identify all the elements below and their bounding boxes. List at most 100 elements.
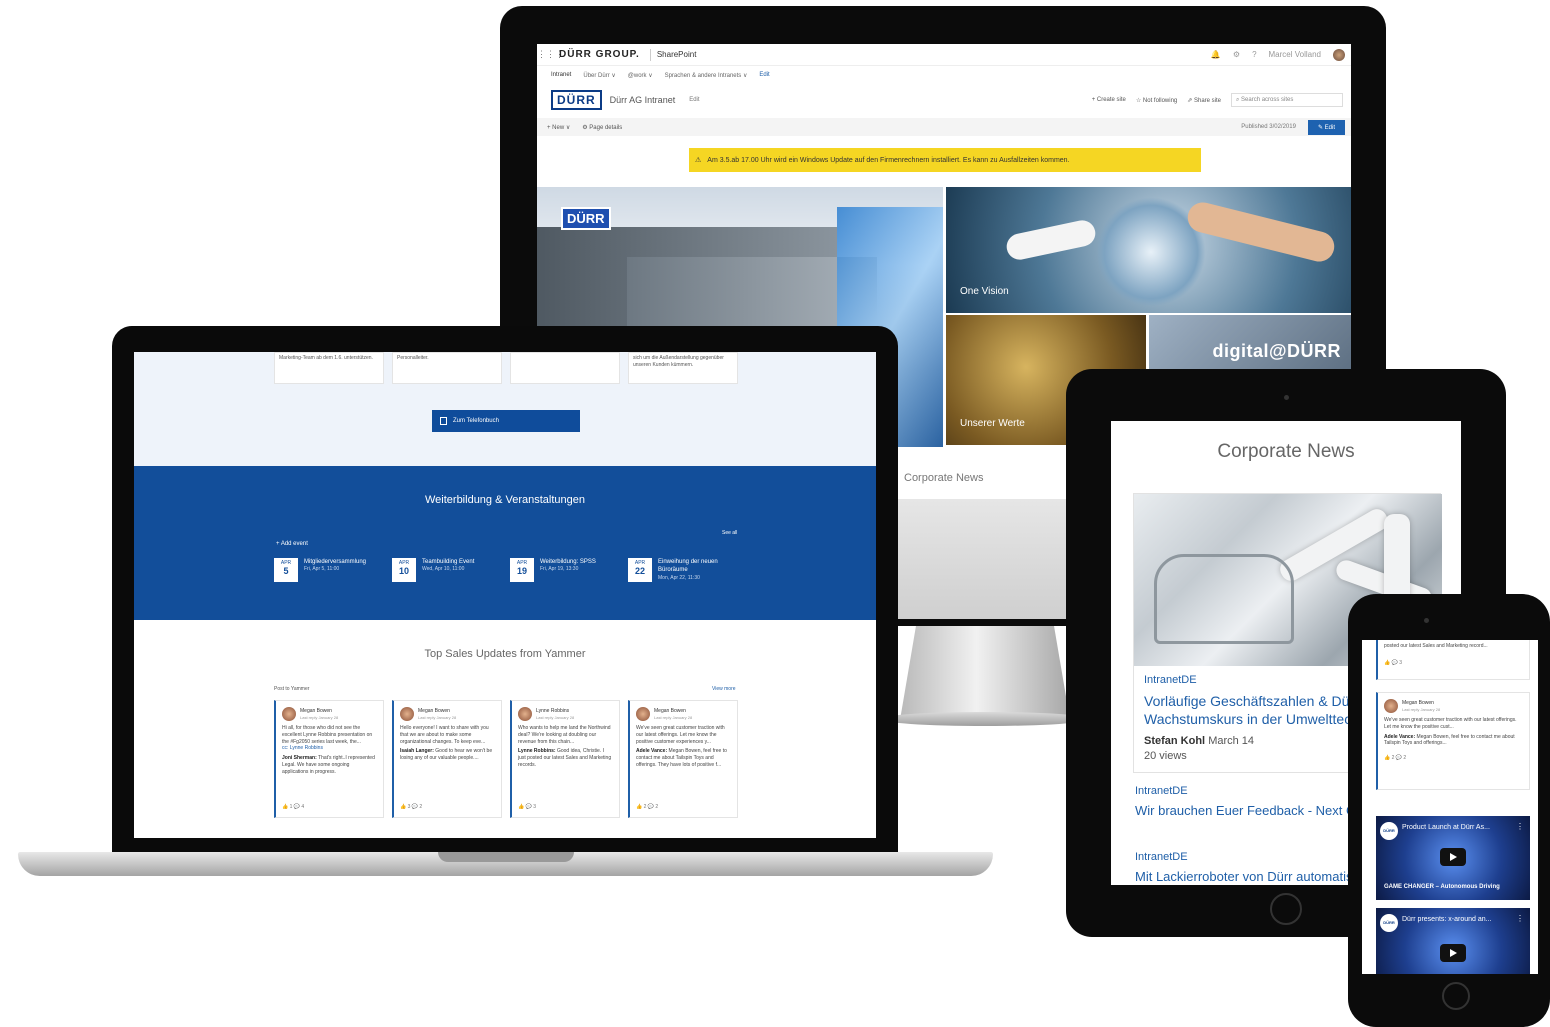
event-name: Weiterbildung: SPSS bbox=[540, 559, 596, 565]
events-section: Weiterbildung & Veranstaltungen See all … bbox=[134, 466, 876, 620]
author-name: Lynne Robbins bbox=[536, 707, 570, 714]
hubnav-item-intranet[interactable]: Intranet bbox=[551, 72, 571, 78]
hubnav-item-work[interactable]: @work ∨ bbox=[628, 72, 653, 79]
phonebook-button[interactable]: Zum Telefonbuch bbox=[432, 410, 580, 432]
waffle-icon[interactable]: ⋮⋮⋮ bbox=[537, 49, 564, 60]
event-date: APR 19 bbox=[510, 558, 534, 582]
avatar bbox=[636, 707, 650, 721]
more-icon[interactable]: ⋮ bbox=[1516, 822, 1524, 831]
news-site-label[interactable]: IntranetDE bbox=[1144, 674, 1197, 686]
yammer-card[interactable]: posted our latest Sales and Marketing re… bbox=[1376, 640, 1530, 680]
reply-time: Last reply January 28 bbox=[1402, 706, 1441, 712]
news-list-item[interactable]: IntranetDE Mit Lackierroboter von Dürr a… bbox=[1135, 849, 1371, 885]
site-title[interactable]: Dürr AG Intranet bbox=[610, 95, 676, 105]
post-reactions[interactable]: 👍 2 💬 2 bbox=[1384, 755, 1523, 762]
event-name: Einweihung der neuen Büroräume bbox=[658, 559, 718, 574]
suite-brand[interactable]: DÜRR GROUP. bbox=[559, 49, 640, 60]
post-reactions[interactable]: 👍 2 💬 2 bbox=[636, 804, 658, 811]
post-reactions[interactable]: 👍 1 💬 4 bbox=[282, 804, 304, 811]
tablet-home-button[interactable] bbox=[1270, 893, 1302, 925]
news-meta: Stefan Kohl March 14 20 views bbox=[1144, 734, 1254, 765]
gear-icon[interactable]: ⚙ bbox=[1233, 50, 1240, 59]
yammer-card[interactable]: Megan Bowen Last reply January 28 Hello e… bbox=[392, 700, 502, 818]
events-title: Weiterbildung & Veranstaltungen bbox=[424, 494, 585, 506]
tile-caption-digital: digital@DÜRR bbox=[1212, 341, 1341, 361]
post-reactions[interactable]: 👍 💬 3 bbox=[518, 804, 536, 811]
divider bbox=[649, 48, 651, 61]
play-icon[interactable] bbox=[1440, 848, 1466, 866]
command-bar: + New ∨ ⚙ Page details Published 3/02/20… bbox=[537, 118, 1351, 136]
more-icon[interactable]: ⋮ bbox=[1516, 914, 1524, 923]
edit-button[interactable]: ✎ Edit bbox=[1307, 119, 1345, 135]
page-details-button[interactable]: ⚙ Page details bbox=[582, 124, 622, 131]
video-tile[interactable]: DÜRR Product Launch at Dürr As... ⋮ GAME… bbox=[1376, 816, 1530, 900]
yammer-card[interactable]: Megan Bowen Last reply January 28 We've s… bbox=[1376, 692, 1530, 790]
post-body: posted our latest Sales and Marketing re… bbox=[1384, 643, 1488, 649]
alert-text: Am 3.5.ab 17.00 Uhr wird ein Windows Upd… bbox=[707, 156, 1070, 164]
hubnav-edit-link[interactable]: Edit bbox=[759, 72, 769, 78]
yammer-card[interactable]: Megan Bowen Last reply January 28 We've s… bbox=[628, 700, 738, 818]
news-site-label: IntranetDE bbox=[1135, 851, 1188, 863]
video-tile[interactable]: DÜRR Dürr presents: x-around an... ⋮ bbox=[1376, 908, 1530, 974]
site-logo[interactable]: DÜRR bbox=[551, 90, 602, 110]
avatar bbox=[282, 707, 296, 721]
create-site-button[interactable]: + Create site bbox=[1092, 97, 1126, 103]
reply-author: Joni Sherman: bbox=[282, 755, 317, 761]
hubnav-item-sprachen[interactable]: Sprachen & andere Intranets ∨ bbox=[665, 72, 748, 79]
person-card[interactable] bbox=[510, 352, 620, 384]
phone-home-button[interactable] bbox=[1442, 982, 1470, 1010]
event-time: Wed, Apr 10, 11:00 bbox=[422, 566, 465, 573]
event-time: Fri, Apr 5, 11:00 bbox=[304, 566, 340, 573]
follow-button[interactable]: ☆ Not following bbox=[1136, 97, 1177, 104]
event-item[interactable]: APR 10 Teambuilding Event Wed, Apr 10, 11:… bbox=[392, 558, 494, 582]
reply-author: Isaiah Langer: bbox=[400, 748, 434, 755]
add-event-button[interactable]: + Add event bbox=[276, 541, 308, 547]
author-name: Megan Bowen bbox=[418, 707, 450, 714]
phone-screen: posted our latest Sales and Marketing re… bbox=[1362, 640, 1538, 974]
avatar bbox=[518, 707, 532, 721]
user-name[interactable]: Marcel Volland bbox=[1269, 50, 1321, 59]
yammer-card[interactable]: Lynne Robbins Last reply January 28 Who w… bbox=[510, 700, 620, 818]
post-reactions[interactable]: 👍 3 💬 2 bbox=[400, 804, 422, 811]
post-to-yammer-link[interactable]: Post to Yammer bbox=[274, 686, 309, 692]
hero-tile-vision[interactable]: One Vision bbox=[946, 187, 1351, 313]
suite-app-name[interactable]: SharePoint bbox=[657, 50, 697, 59]
play-icon[interactable] bbox=[1440, 944, 1466, 962]
search-input[interactable]: ⌕ Search across sites bbox=[1231, 93, 1343, 107]
post-body: We've seen great customer traction with … bbox=[1384, 717, 1517, 730]
author-name: Megan Bowen bbox=[300, 707, 332, 714]
see-all-link[interactable]: See all bbox=[722, 530, 737, 536]
hub-nav: Intranet Über Dürr ∨ @work ∨ Sprachen & … bbox=[537, 68, 1351, 82]
tile-caption-werte: Unserer Werte bbox=[960, 418, 1025, 429]
post-body: We've seen great customer traction with … bbox=[636, 725, 725, 745]
hubnav-item-ueber-duerr[interactable]: Über Dürr ∨ bbox=[583, 72, 615, 79]
event-item[interactable]: APR 19 Weiterbildung: SPSS Fri, Apr 19, 13… bbox=[510, 558, 612, 582]
event-item[interactable]: APR 5 Mitgliederversammlung Fri, Apr 5, 11… bbox=[274, 558, 376, 582]
yammer-card[interactable]: Megan Bowen Last reply January 28 Hi all,… bbox=[274, 700, 384, 818]
new-button[interactable]: + New ∨ bbox=[547, 124, 570, 131]
channel-logo: DÜRR bbox=[1380, 822, 1398, 840]
bell-icon[interactable]: 🔔 bbox=[1211, 50, 1221, 59]
event-date: APR 5 bbox=[274, 558, 298, 582]
person-card[interactable]: Personalleiter. bbox=[392, 352, 502, 384]
event-item[interactable]: APR 22 Einweihung der neuen Büroräume Mon,… bbox=[628, 558, 730, 582]
site-header: DÜRR Dürr AG Intranet Edit + Create site… bbox=[537, 84, 1351, 116]
event-date: APR 22 bbox=[628, 558, 652, 582]
share-site-button[interactable]: ⇗ Share site bbox=[1187, 97, 1221, 104]
news-headline: Mit Lackierroboter von Dürr automatisier… bbox=[1135, 868, 1371, 884]
laptop-notch bbox=[438, 852, 574, 862]
person-card[interactable]: sich um die Außendarstellung gegenüber u… bbox=[628, 352, 738, 384]
post-body: Hi all, for those who did not see the ex… bbox=[282, 725, 373, 745]
person-card[interactable]: Marketing-Team ab dem 1.6. unterstützen. bbox=[274, 352, 384, 384]
yammer-title: Top Sales Updates from Yammer bbox=[424, 648, 586, 660]
news-title: Corporate News bbox=[1217, 441, 1355, 462]
help-icon[interactable]: ? bbox=[1252, 50, 1256, 59]
post-reactions[interactable]: 👍 💬 3 bbox=[1384, 660, 1523, 667]
avatar[interactable] bbox=[1333, 48, 1345, 61]
phonebook-button-label: Zum Telefonbuch bbox=[453, 418, 499, 424]
reply-time: Last reply January 28 bbox=[300, 714, 339, 720]
site-edit-link[interactable]: Edit bbox=[689, 97, 699, 103]
alert-banner: ⚠ Am 3.5.ab 17.00 Uhr wird ein Windows U… bbox=[689, 148, 1201, 172]
author-name: Megan Bowen bbox=[654, 707, 686, 714]
view-more-link[interactable]: View more bbox=[712, 686, 736, 692]
